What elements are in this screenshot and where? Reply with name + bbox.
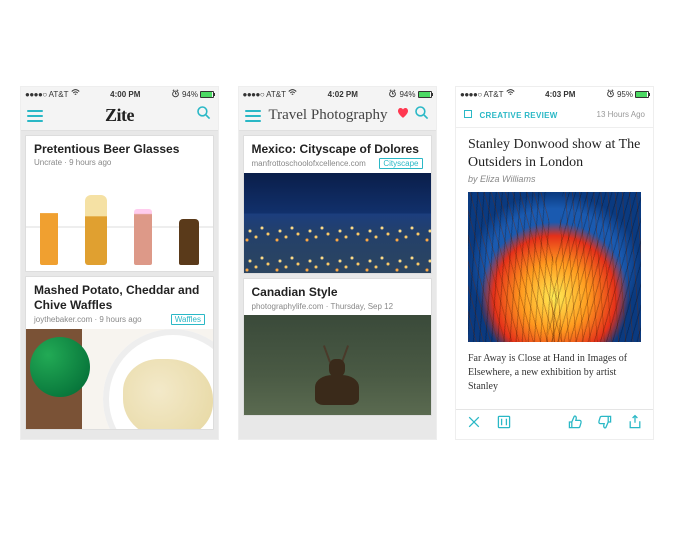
card-source: Uncrate · 9 hours ago [34, 158, 111, 167]
topic-title: Travel Photography [261, 107, 396, 124]
search-icon[interactable] [196, 105, 212, 126]
clock: 4:03 PM [545, 90, 575, 99]
close-icon[interactable] [466, 414, 482, 435]
alarm-icon [606, 89, 615, 100]
nav-bar: Zite [21, 101, 218, 131]
article-header: CREATIVE REVIEW 13 Hours Ago [456, 101, 653, 128]
signal-dots: ●●●●○ [25, 90, 47, 99]
card-source: photographylife.com · Thursday, Sep 12 [252, 302, 394, 311]
article-card[interactable]: Canadian Style photographylife.com · Thu… [243, 278, 432, 415]
article-card[interactable]: Mashed Potato, Cheddar and Chive Waffles… [25, 276, 214, 430]
article-body[interactable]: Stanley Donwood show at The Outsiders in… [456, 128, 653, 409]
carrier-label: AT&T [266, 90, 286, 99]
clock: 4:00 PM [110, 90, 140, 99]
card-title: Pretentious Beer Glasses [34, 142, 205, 156]
source-name: CREATIVE REVIEW [479, 111, 557, 120]
status-bar: ●●●●○ AT&T 4:03 PM 95% [456, 87, 653, 101]
time-ago: 13 Hours Ago [597, 110, 645, 119]
card-image-waffles [26, 329, 213, 429]
card-title: Mashed Potato, Cheddar and Chive Waffles [34, 283, 205, 312]
battery-icon [418, 91, 432, 98]
thumbs-down-icon[interactable] [597, 414, 613, 435]
article-excerpt: Far Away is Close at Hand in Images of E… [468, 352, 641, 394]
menu-icon[interactable] [245, 110, 261, 122]
menu-icon[interactable] [27, 110, 43, 122]
wifi-icon [71, 89, 80, 99]
phone-screen-home: ●●●●○ AT&T 4:00 PM 94% Zite Pretentious … [20, 86, 219, 440]
article-image [468, 192, 641, 342]
card-title: Canadian Style [252, 285, 423, 299]
signal-dots: ●●●●○ [243, 90, 265, 99]
article-toolbar [456, 409, 653, 439]
battery-pct: 94% [182, 90, 198, 99]
phone-screen-article: ●●●●○ AT&T 4:03 PM 95% CREATIVE REVIEW 1… [455, 86, 654, 440]
wifi-icon [506, 89, 515, 99]
battery-pct: 94% [399, 90, 415, 99]
card-image-beer [26, 171, 213, 271]
share-icon[interactable] [627, 414, 643, 435]
app-title: Zite [43, 105, 196, 126]
carrier-label: AT&T [49, 90, 69, 99]
card-source: manfrottoschoolofxcellence.com [252, 159, 366, 168]
feed[interactable]: Mexico: Cityscape of Dolores manfrottosc… [239, 131, 436, 439]
battery-pct: 95% [617, 90, 633, 99]
search-icon[interactable] [414, 105, 430, 126]
alarm-icon [388, 89, 397, 100]
source-button[interactable]: CREATIVE REVIEW [464, 105, 558, 123]
article-card[interactable]: Pretentious Beer Glasses Uncrate · 9 hou… [25, 135, 214, 272]
card-source: joythebaker.com · 9 hours ago [34, 315, 142, 324]
alarm-icon [171, 89, 180, 100]
feed[interactable]: Pretentious Beer Glasses Uncrate · 9 hou… [21, 131, 218, 439]
heart-icon[interactable] [396, 106, 410, 125]
battery-icon [200, 91, 214, 98]
text-size-icon[interactable] [496, 414, 512, 435]
thumbs-up-icon[interactable] [567, 414, 583, 435]
status-bar: ●●●●○ AT&T 4:02 PM 94% [239, 87, 436, 101]
source-icon [464, 110, 472, 118]
article-card[interactable]: Mexico: Cityscape of Dolores manfrottosc… [243, 135, 432, 274]
topic-tag[interactable]: Cityscape [379, 158, 422, 169]
phone-screen-topic: ●●●●○ AT&T 4:02 PM 94% Travel Photograph… [238, 86, 437, 440]
status-bar: ●●●●○ AT&T 4:00 PM 94% [21, 87, 218, 101]
card-image-cityscape [244, 173, 431, 273]
article-byline: by Eliza Williams [468, 174, 641, 184]
nav-bar: Travel Photography [239, 101, 436, 131]
card-title: Mexico: Cityscape of Dolores [252, 142, 423, 156]
article-title: Stanley Donwood show at The Outsiders in… [468, 136, 641, 171]
card-image-elk [244, 315, 431, 415]
signal-dots: ●●●●○ [460, 90, 482, 99]
carrier-label: AT&T [484, 90, 504, 99]
clock: 4:02 PM [328, 90, 358, 99]
battery-icon [635, 91, 649, 98]
wifi-icon [288, 89, 297, 99]
topic-tag[interactable]: Waffles [171, 314, 205, 325]
